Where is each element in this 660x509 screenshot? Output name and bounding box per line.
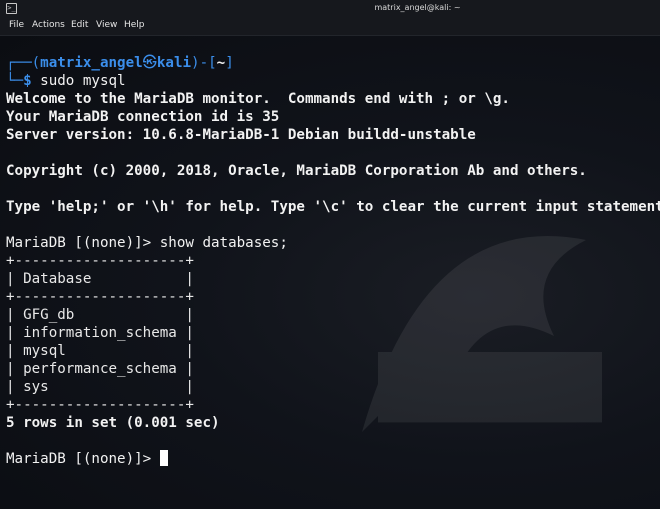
terminal-window: >_ matrix_angel@kali: ~ File Actions Edi…: [0, 0, 660, 509]
text-cursor: [159, 450, 168, 466]
table-top-border: +--------------------+: [6, 253, 194, 269]
prompt-arrow: └─: [6, 73, 24, 89]
menu-view[interactable]: View: [96, 20, 117, 30]
copyright-line: Copyright (c) 2000, 2018, Oracle, MariaD…: [6, 163, 587, 179]
result-line: 5 rows in set (0.001 sec): [6, 415, 220, 431]
table-row: | mysql |: [6, 343, 194, 359]
prompt-close-bracket: ]: [225, 55, 234, 71]
query-prompt-line: MariaDB [(none)]> show databases;: [6, 235, 288, 251]
menu-help[interactable]: Help: [124, 20, 145, 30]
prompt-line-2: └─$ sudo mysql: [6, 72, 126, 90]
final-prompt-line[interactable]: MariaDB [(none)]>: [6, 450, 168, 468]
menu-edit[interactable]: Edit: [71, 20, 88, 30]
prompt-mid: )-[: [191, 55, 217, 71]
prompt-cwd: ~: [216, 55, 226, 71]
window-title: matrix_angel@kali: ~: [374, 3, 461, 12]
prompt-at-icon: ㉿: [142, 55, 157, 71]
version-line: Server version: 10.6.8-MariaDB-1 Debian …: [6, 127, 476, 143]
prompt-open-bracket: ┌──(: [6, 55, 41, 71]
prompt-line-1: ┌──(matrix_angel㉿kali)-[~]: [6, 54, 234, 72]
connection-line: Your MariaDB connection id is 35: [6, 109, 280, 125]
prompt-user: matrix_angel: [40, 55, 143, 71]
final-prompt-text: MariaDB [(none)]>: [6, 451, 160, 467]
prompt-host: kali: [156, 55, 192, 71]
menu-file[interactable]: File: [9, 20, 24, 30]
title-bar: >_ matrix_angel@kali: ~: [0, 0, 660, 17]
prompt-dollar: $: [23, 73, 32, 89]
help-line: Type 'help;' or '\h' for help. Type '\c'…: [6, 199, 660, 215]
terminal-output-area[interactable]: ┌──(matrix_angel㉿kali)-[~] └─$ sudo mysq…: [0, 36, 660, 509]
table-header: | Database |: [6, 271, 194, 287]
table-bottom-border: +--------------------+: [6, 397, 194, 413]
menu-bar: File Actions Edit View Help: [0, 17, 660, 36]
table-row: | performance_schema |: [6, 361, 194, 377]
table-row: | sys |: [6, 379, 194, 395]
table-row: | GFG_db |: [6, 307, 194, 323]
menu-actions[interactable]: Actions: [32, 20, 65, 30]
welcome-line: Welcome to the MariaDB monitor. Commands…: [6, 91, 510, 107]
table-row: | information_schema |: [6, 325, 194, 341]
command-text: sudo mysql: [31, 73, 126, 89]
kali-dragon-watermark-icon: [362, 236, 602, 432]
table-separator: +--------------------+: [6, 289, 194, 305]
